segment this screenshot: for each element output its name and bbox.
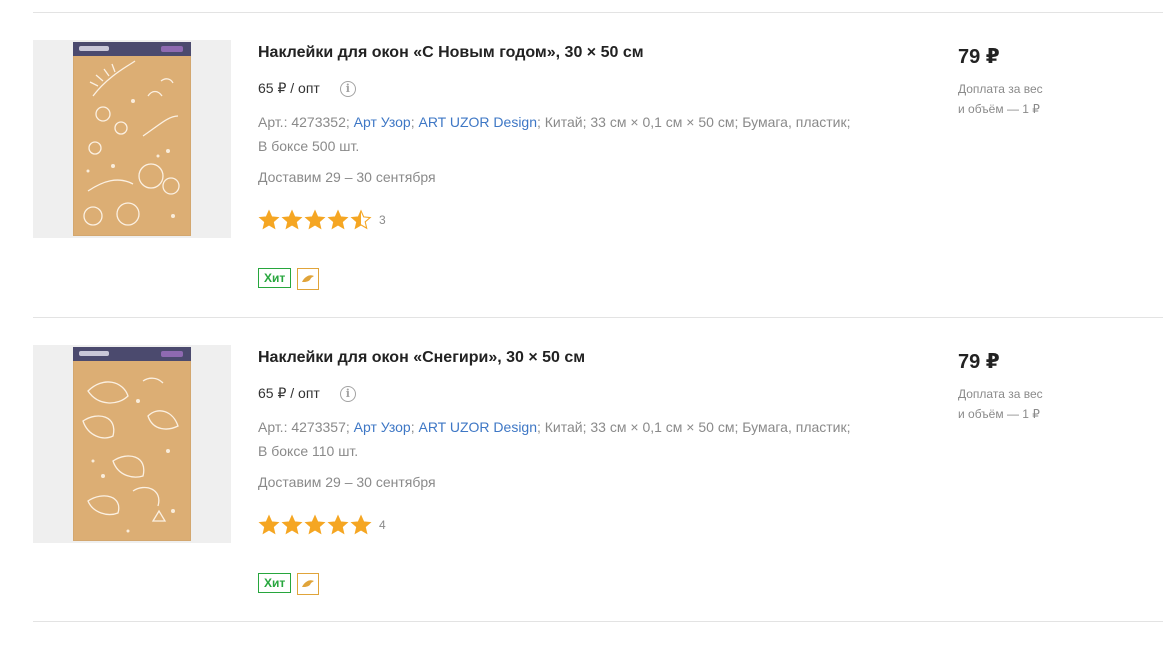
star-icon (327, 514, 349, 535)
badges: Хит (258, 573, 320, 595)
star-icon (258, 514, 280, 535)
rating[interactable]: 3 (258, 209, 386, 231)
designer-link[interactable]: ART UZOR Design (418, 114, 537, 130)
star-icon (327, 209, 349, 230)
opt-price-text: 65 ₽ / опт (258, 80, 320, 96)
surcharge-line-1: Доплата за вес (958, 387, 1043, 401)
product-title[interactable]: Наклейки для окон «С Новым годом», 30 × … (258, 44, 644, 62)
separator: ; (410, 114, 415, 130)
rating-count: 3 (379, 213, 386, 227)
brand-link[interactable]: Арт Узор (354, 419, 411, 435)
badges: Хит (258, 268, 320, 290)
surcharge-note: Доплата за вес и объём — 1 ₽ (958, 79, 1068, 119)
product-meta: Арт.: 4273352; Арт Узор; ART UZOR Design… (258, 110, 878, 158)
product-title[interactable]: Наклейки для окон «Снегири», 30 × 50 см (258, 349, 585, 367)
opt-price: 65 ₽ / опт i (258, 80, 356, 97)
opt-price-text: 65 ₽ / опт (258, 385, 320, 401)
star-icon (350, 514, 372, 535)
sticker-pack-image (73, 347, 191, 541)
surcharge-line-1: Доплата за вес (958, 82, 1043, 96)
sticker-pack-image (73, 42, 191, 236)
delivery-date: Доставим 29 – 30 сентября (258, 474, 436, 490)
separator: ; (410, 419, 415, 435)
star-icon (258, 209, 280, 230)
box-quantity: В боксе 500 шт. (258, 138, 360, 154)
product-card: Наклейки для окон «Снегири», 30 × 50 см … (33, 345, 1163, 650)
star-icon (304, 514, 326, 535)
star-icon (281, 209, 303, 230)
brand-link[interactable]: Арт Узор (354, 114, 411, 130)
star-icon (304, 209, 326, 230)
opt-price: 65 ₽ / опт i (258, 385, 356, 402)
info-icon[interactable]: i (339, 80, 356, 97)
product-meta: Арт.: 4273357; Арт Узор; ART UZOR Design… (258, 415, 878, 463)
delivery-date: Доставим 29 – 30 сентября (258, 169, 436, 185)
product-price: 79 ₽ (958, 351, 1000, 373)
product-price: 79 ₽ (958, 46, 1000, 68)
star-icon (281, 514, 303, 535)
rating-count: 4 (379, 518, 386, 532)
hit-badge: Хит (258, 573, 292, 593)
hit-badge: Хит (258, 268, 292, 288)
surcharge-line-2: и объём — 1 ₽ (958, 407, 1040, 421)
article-number: Арт.: 4273352; (258, 114, 350, 130)
dolphin-icon (297, 573, 320, 595)
rating[interactable]: 4 (258, 514, 386, 536)
product-details: ; Китай; 33 см × 0,1 см × 50 см; Бумага,… (537, 419, 851, 435)
article-number: Арт.: 4273357; (258, 419, 350, 435)
surcharge-line-2: и объём — 1 ₽ (958, 102, 1040, 116)
designer-link[interactable]: ART UZOR Design (418, 419, 537, 435)
product-divider (33, 317, 1163, 318)
box-quantity: В боксе 110 шт. (258, 443, 359, 459)
product-image[interactable] (33, 345, 231, 543)
top-divider (33, 12, 1163, 13)
product-card: Наклейки для окон «С Новым годом», 30 × … (33, 40, 1163, 345)
star-icon (350, 209, 372, 230)
surcharge-note: Доплата за вес и объём — 1 ₽ (958, 384, 1068, 424)
product-details: ; Китай; 33 см × 0,1 см × 50 см; Бумага,… (537, 114, 851, 130)
product-image[interactable] (33, 40, 231, 238)
info-icon[interactable]: i (339, 385, 356, 402)
dolphin-icon (297, 268, 320, 290)
